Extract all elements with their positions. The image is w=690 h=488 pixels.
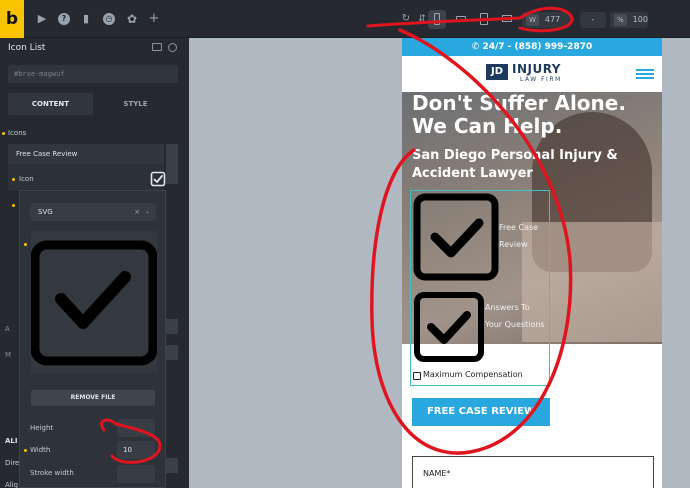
stroke-width-label: Stroke width	[30, 469, 74, 477]
width-value: 477	[544, 15, 561, 24]
cursor-icon[interactable]: ▶	[36, 13, 48, 25]
add-icon[interactable]: +	[148, 12, 160, 25]
width-label: W	[526, 14, 539, 26]
icon-list-selected[interactable]: Free Case Review Answers To Your Questio…	[410, 190, 550, 386]
mobile-landscape-button[interactable]	[452, 10, 470, 29]
device-settings-icon[interactable]: ⇵	[416, 13, 428, 25]
phone-number: 24/7 - (858) 999-2870	[482, 42, 593, 52]
builder-logo[interactable]: b	[0, 0, 24, 38]
tab-content[interactable]: CONTENT	[8, 93, 93, 115]
phone-bar[interactable]: ✆ 24/7 - (858) 999-2870	[402, 38, 662, 56]
section-alignment: ALI	[5, 437, 18, 445]
checkbox-icon	[414, 292, 484, 362]
top-toolbar: b ▶ ? ▮ ◷ ✿ + ↻ ⇵ W 477 - % 100	[0, 0, 690, 38]
panel-mode-icon[interactable]	[152, 43, 162, 51]
tablet-icon	[480, 13, 488, 25]
modified-indicator	[2, 132, 5, 135]
checkbox-svg-icon	[30, 240, 158, 366]
collapsed-item-a: A	[5, 325, 10, 333]
icon-label: Icon	[19, 175, 34, 183]
hamburger-menu-icon[interactable]	[636, 69, 654, 80]
svg-preview	[30, 231, 158, 373]
repeater-handle-4[interactable]	[166, 458, 178, 473]
mobile-landscape-icon	[456, 16, 466, 22]
icon-source-value: SVG	[38, 208, 53, 216]
builder-canvas: ✆ 24/7 - (858) 999-2870 JD INJURY LAW FI…	[189, 38, 690, 488]
panel-title: Icon List	[8, 43, 46, 53]
tab-style[interactable]: STYLE	[93, 93, 178, 115]
icon-popup: SVG × ⌄ REMOVE FILE Height Width 10 Stro…	[19, 190, 166, 488]
desktop-icon	[502, 15, 512, 22]
small-checkbox-icon	[413, 372, 421, 380]
free-case-review-button[interactable]: FREE CASE REVIEW	[412, 398, 550, 426]
hero-headline: Don't Suffer Alone. We Can Help.	[412, 92, 626, 138]
repeater-item-label: Free Case Review	[16, 150, 78, 158]
direction-label: Dire	[5, 459, 20, 467]
logo-title: INJURY	[512, 62, 561, 76]
page-icon[interactable]: ▮	[80, 13, 92, 25]
help-icon[interactable]: ?	[58, 13, 70, 25]
icon-list-item-1: Free Case Review	[499, 223, 539, 249]
name-input[interactable]: NAME*	[412, 456, 654, 488]
width-input-value: 10	[123, 446, 132, 454]
collapsed-item-m: M	[5, 351, 12, 359]
phone-icon: ✆	[471, 42, 483, 52]
height-value: -	[591, 15, 595, 24]
mobile-portrait-icon	[434, 13, 440, 25]
height-label: Height	[30, 424, 54, 432]
stroke-width-input[interactable]	[117, 465, 155, 483]
canvas-width-input[interactable]: W 477	[522, 12, 570, 28]
checkbox-icon	[413, 193, 499, 281]
history-icon[interactable]: ◷	[103, 13, 115, 25]
icon-preview-checkbox[interactable]	[150, 171, 166, 187]
builder-app: b ▶ ? ▮ ◷ ✿ + ↻ ⇵ W 477 - % 100 Icon Lis…	[0, 0, 690, 488]
search-icon[interactable]	[168, 43, 177, 52]
icon-list-item-2: Answers To Your Questions	[485, 303, 545, 329]
remove-file-button[interactable]: REMOVE FILE	[31, 390, 155, 406]
clear-icon[interactable]: ×	[134, 203, 140, 221]
repeater-handle-2[interactable]	[166, 319, 178, 334]
svg-modified-indicator	[24, 243, 27, 246]
width-label: Width	[30, 446, 51, 454]
width-input[interactable]: 10	[117, 441, 155, 459]
icon-list-item-3: Maximum Compensation	[423, 370, 523, 379]
logo-mark: JD	[486, 64, 508, 80]
width-modified-indicator	[24, 449, 27, 452]
repeater-item-actions[interactable]	[166, 144, 178, 184]
icon-modified-indicator	[12, 178, 15, 181]
desktop-button[interactable]	[498, 10, 516, 29]
canvas-height-input[interactable]: -	[580, 12, 606, 28]
refresh-icon[interactable]: ↻	[400, 13, 412, 25]
bg-indicator	[12, 204, 15, 207]
element-id-field[interactable]: #brxe-magwuf	[8, 65, 178, 83]
zoom-value: 100	[632, 15, 648, 24]
logo-subtitle: LAW FIRM	[520, 76, 562, 83]
site-logo[interactable]: JD INJURY LAW FIRM	[486, 62, 582, 86]
icons-label: Icons	[8, 129, 27, 137]
chevron-down-icon[interactable]: ⌄	[145, 203, 150, 221]
hero-subheadline: San Diego Personal Injury & Accident Law…	[412, 148, 618, 181]
zoom-label: %	[614, 14, 627, 26]
zoom-input[interactable]: % 100	[610, 12, 648, 28]
mobile-portrait-button[interactable]	[428, 10, 446, 29]
tablet-portrait-button[interactable]	[475, 10, 493, 29]
height-input[interactable]	[117, 419, 155, 437]
repeater-handle-3[interactable]	[166, 345, 178, 360]
icon-source-select[interactable]: SVG × ⌄	[30, 203, 156, 221]
settings-gear-icon[interactable]: ✿	[126, 13, 138, 25]
site-preview: ✆ 24/7 - (858) 999-2870 JD INJURY LAW FI…	[402, 38, 662, 488]
align-label: Alig	[5, 481, 19, 488]
repeater-item-free-case-review[interactable]: Free Case Review	[8, 144, 164, 164]
